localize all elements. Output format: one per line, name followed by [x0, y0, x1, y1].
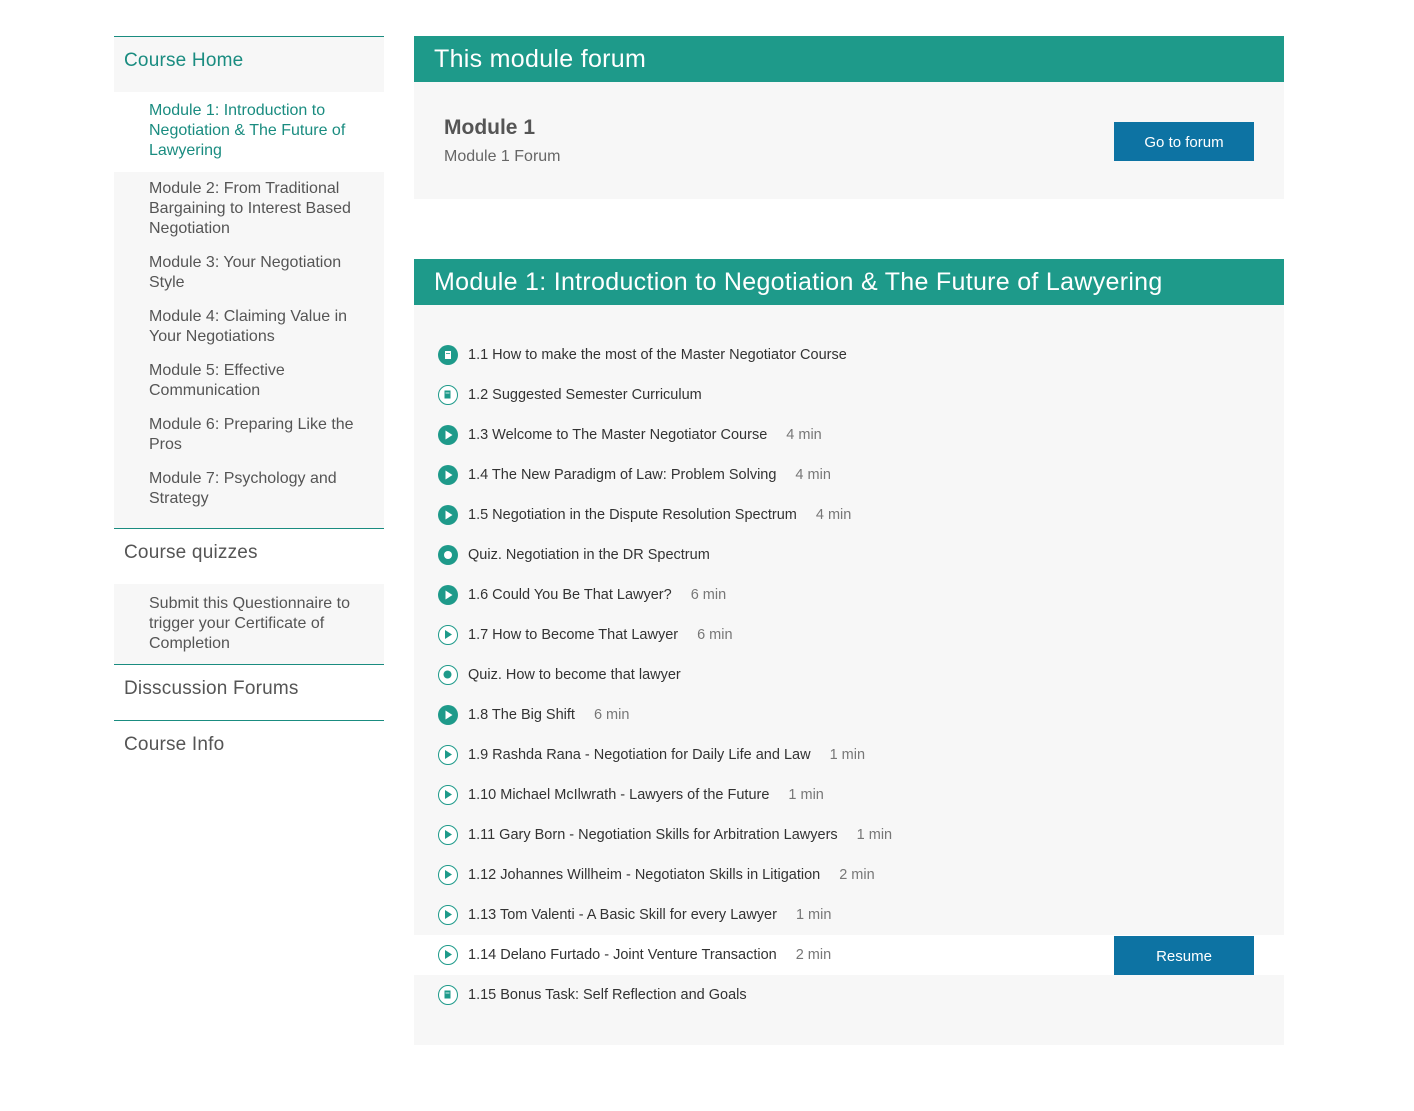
- lesson-item[interactable]: 1.14 Delano Furtado - Joint Venture Tran…: [414, 935, 1284, 975]
- forum-card: Module 1 Module 1 Forum Go to forum: [414, 82, 1284, 199]
- document-icon: [438, 345, 458, 365]
- lesson-title[interactable]: 1.9 Rashda Rana - Negotiation for Daily …: [468, 747, 811, 763]
- lesson-item[interactable]: 1.6 Could You Be That Lawyer? 6 min: [414, 575, 1284, 615]
- lesson-title[interactable]: Quiz. How to become that lawyer: [468, 667, 681, 683]
- lesson-item[interactable]: 1.12 Johannes Willheim - Negotiaton Skil…: [414, 855, 1284, 895]
- lesson-item[interactable]: 1.8 The Big Shift 6 min: [414, 695, 1284, 735]
- lesson-item[interactable]: 1.2 Suggested Semester Curriculum: [414, 375, 1284, 415]
- lesson-duration: 2 min: [795, 947, 832, 963]
- sidebar-item-module-2[interactable]: Module 2: From Traditional Bargaining to…: [114, 172, 384, 246]
- course-quizzes-link[interactable]: Course quizzes: [114, 529, 384, 584]
- lesson-title[interactable]: 1.15 Bonus Task: Self Reflection and Goa…: [468, 987, 747, 1003]
- lesson-title[interactable]: 1.13 Tom Valenti - A Basic Skill for eve…: [468, 907, 777, 923]
- play-icon: [438, 705, 458, 725]
- lesson-duration: 1 min: [788, 787, 824, 803]
- play-icon: [438, 785, 458, 805]
- module-forum-panel: This module forum Module 1 Module 1 Foru…: [414, 36, 1284, 199]
- sidebar-item-module-6[interactable]: Module 6: Preparing Like the Pros: [114, 408, 384, 462]
- lesson-title[interactable]: Quiz. Negotiation in the DR Spectrum: [468, 547, 710, 563]
- play-icon: [438, 425, 458, 445]
- lesson-item[interactable]: 1.7 How to Become That Lawyer 6 min: [414, 615, 1284, 655]
- lesson-item[interactable]: Quiz. How to become that lawyer: [414, 655, 1284, 695]
- lesson-duration: 6 min: [690, 587, 727, 603]
- course-info-link[interactable]: Course Info: [114, 721, 384, 776]
- sidebar-item-module-7[interactable]: Module 7: Psychology and Strategy: [114, 462, 384, 516]
- lesson-item[interactable]: 1.10 Michael McIlwrath - Lawyers of the …: [414, 775, 1284, 815]
- lesson-title[interactable]: 1.5 Negotiation in the Dispute Resolutio…: [468, 507, 797, 523]
- lesson-duration: 1 min: [795, 907, 832, 923]
- lesson-title[interactable]: 1.2 Suggested Semester Curriculum: [468, 387, 702, 403]
- lesson-item[interactable]: 1.4 The New Paradigm of Law: Problem Sol…: [414, 455, 1284, 495]
- forum-subtitle: Module 1 Forum: [444, 148, 561, 165]
- sidebar-item-module-5[interactable]: Module 5: Effective Communication: [114, 354, 384, 408]
- quiz-list: Submit this Questionnaire to trigger you…: [114, 584, 384, 664]
- discussion-forums-section: Disscussion Forums: [114, 664, 384, 720]
- lesson-item[interactable]: 1.1 How to make the most of the Master N…: [414, 335, 1284, 375]
- document-icon: [438, 385, 458, 405]
- quiz-icon: [438, 545, 458, 565]
- lesson-title[interactable]: 1.6 Could You Be That Lawyer?: [468, 587, 672, 603]
- go-to-forum-button[interactable]: Go to forum: [1114, 122, 1254, 161]
- lesson-item[interactable]: 1.11 Gary Born - Negotiation Skills for …: [414, 815, 1284, 855]
- lesson-item[interactable]: 1.15 Bonus Task: Self Reflection and Goa…: [414, 975, 1284, 1015]
- lesson-duration: 6 min: [593, 707, 630, 723]
- play-icon: [438, 585, 458, 605]
- discussion-forums-link[interactable]: Disscussion Forums: [114, 665, 384, 720]
- lesson-duration: 6 min: [697, 627, 733, 643]
- lesson-list: 1.1 How to make the most of the Master N…: [414, 305, 1284, 1045]
- lesson-title[interactable]: 1.10 Michael McIlwrath - Lawyers of the …: [468, 787, 769, 803]
- lesson-title[interactable]: 1.7 How to Become That Lawyer: [468, 627, 678, 643]
- lesson-item[interactable]: 1.5 Negotiation in the Dispute Resolutio…: [414, 495, 1284, 535]
- module-lessons-panel: Module 1: Introduction to Negotiation & …: [414, 259, 1284, 1045]
- lesson-duration: 4 min: [795, 467, 831, 483]
- lesson-item[interactable]: 1.9 Rashda Rana - Negotiation for Daily …: [414, 735, 1284, 775]
- lesson-title[interactable]: 1.4 The New Paradigm of Law: Problem Sol…: [468, 467, 776, 483]
- course-info-section: Course Info: [114, 720, 384, 776]
- lesson-item[interactable]: 1.3 Welcome to The Master Negotiator Cou…: [414, 415, 1284, 455]
- quiz-icon: [438, 665, 458, 685]
- lesson-title[interactable]: 1.12 Johannes Willheim - Negotiaton Skil…: [468, 867, 820, 883]
- play-icon: [438, 625, 458, 645]
- play-icon: [438, 865, 458, 885]
- course-quizzes-section: Course quizzes Submit this Questionnaire…: [114, 528, 384, 664]
- lesson-item[interactable]: Quiz. Negotiation in the DR Spectrum: [414, 535, 1284, 575]
- module-panel-header: Module 1: Introduction to Negotiation & …: [414, 259, 1284, 305]
- play-icon: [438, 825, 458, 845]
- sidebar-item-module-3[interactable]: Module 3: Your Negotiation Style: [114, 246, 384, 300]
- play-icon: [438, 745, 458, 765]
- lesson-duration: 1 min: [829, 747, 866, 763]
- course-sidebar: Course Home Module 1: Introduction to Ne…: [114, 36, 384, 776]
- sidebar-item-module-4[interactable]: Module 4: Claiming Value in Your Negotia…: [114, 300, 384, 354]
- lesson-title[interactable]: 1.3 Welcome to The Master Negotiator Cou…: [468, 427, 767, 443]
- lesson-title[interactable]: 1.11 Gary Born - Negotiation Skills for …: [468, 827, 838, 843]
- forum-panel-header: This module forum: [414, 36, 1284, 82]
- lesson-title[interactable]: 1.1 How to make the most of the Master N…: [468, 347, 847, 363]
- resume-button[interactable]: Resume: [1114, 936, 1254, 975]
- play-icon: [438, 945, 458, 965]
- lesson-duration: 2 min: [839, 867, 875, 883]
- sidebar-item-questionnaire[interactable]: Submit this Questionnaire to trigger you…: [114, 592, 384, 661]
- lesson-duration: 4 min: [815, 507, 852, 523]
- lesson-title[interactable]: 1.8 The Big Shift: [468, 707, 575, 723]
- play-icon: [438, 505, 458, 525]
- play-icon: [438, 465, 458, 485]
- course-home-link[interactable]: Course Home: [114, 37, 384, 92]
- course-home-section: Course Home Module 1: Introduction to Ne…: [114, 36, 384, 528]
- sidebar-item-module-1[interactable]: Module 1: Introduction to Negotiation & …: [114, 92, 384, 172]
- forum-title: Module 1: [444, 116, 536, 139]
- lesson-duration: 1 min: [856, 827, 893, 843]
- lesson-item[interactable]: 1.13 Tom Valenti - A Basic Skill for eve…: [414, 895, 1284, 935]
- lesson-title[interactable]: 1.14 Delano Furtado - Joint Venture Tran…: [468, 947, 777, 963]
- lesson-duration: 4 min: [786, 427, 822, 443]
- module-list: Module 1: Introduction to Negotiation & …: [114, 92, 384, 528]
- document-icon: [438, 985, 458, 1005]
- play-icon: [438, 905, 458, 925]
